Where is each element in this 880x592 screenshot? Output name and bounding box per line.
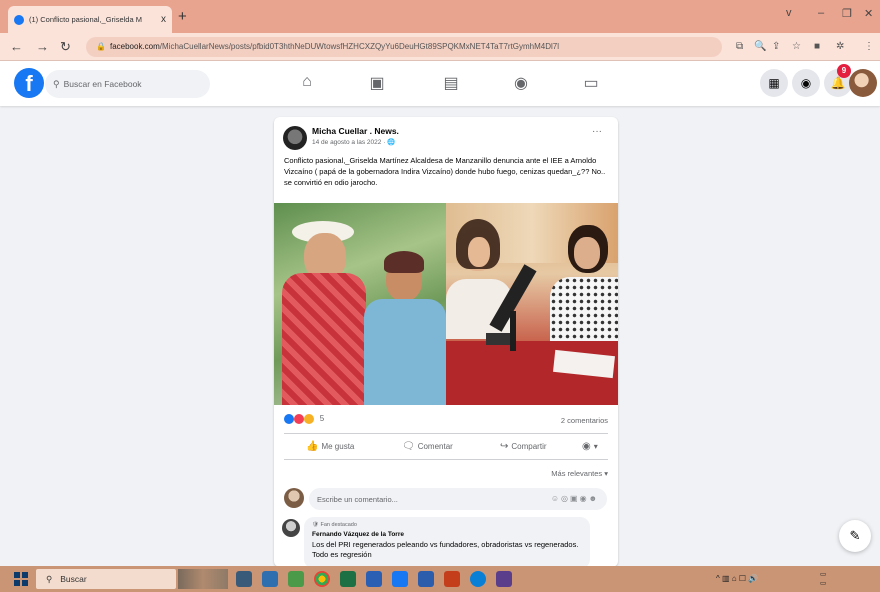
facebook-search-input[interactable]: ⚲ Buscar en Facebook: [45, 70, 210, 98]
app-icon[interactable]: [496, 571, 512, 587]
divider: [284, 433, 608, 434]
messenger-icon[interactable]: ◉: [792, 69, 820, 97]
windows-taskbar: ⚲ Buscar ^ ▥ ⌂ ☐ 🔊 ▭ ▭: [0, 566, 880, 592]
like-reaction-icon: [284, 414, 294, 424]
watch-icon[interactable]: ▣: [362, 73, 392, 93]
photo-left: [274, 203, 446, 405]
tab-search-button[interactable]: v: [786, 7, 792, 19]
like-button[interactable]: 👍 Me gusta: [306, 441, 354, 452]
facebook-header: f ⚲ Buscar en Facebook ⌂ ▣ ▤ ◉ ▭ ▦ ◉ 🔔 9: [0, 61, 880, 106]
gaming-icon[interactable]: ▭: [576, 73, 606, 93]
new-tab-button[interactable]: +: [178, 8, 187, 25]
app-icon[interactable]: [288, 571, 304, 587]
acrobat-icon[interactable]: [444, 571, 460, 587]
reactions-summary[interactable]: 5: [284, 414, 324, 424]
author-avatar[interactable]: [283, 126, 307, 150]
tab-title: (1) Conflicto pasional,_Griselda M: [29, 15, 142, 24]
maximize-button[interactable]: ❐: [842, 7, 852, 20]
notifications-badge: 9: [837, 64, 851, 78]
address-bar-row: ← → ↻ 🔒 facebook.com/MichaCuellarNews/pos…: [0, 33, 880, 61]
profile-mini-icon: ◉: [582, 441, 591, 452]
search-icon: ⚲: [53, 79, 60, 89]
reaction-audience-selector[interactable]: ◉ ▾: [582, 441, 598, 452]
post-author[interactable]: Micha Cuellar . News.: [312, 126, 399, 136]
tab-close-button[interactable]: x: [161, 14, 166, 25]
comment-bubble: 🛡 Fan destacado Fernando Vázquez de la T…: [304, 517, 590, 567]
commenter-name[interactable]: Fernando Vázquez de la Torre: [312, 531, 582, 538]
comment-tools-icons[interactable]: ☺◎▣◉☻: [551, 494, 599, 503]
system-tray-icons[interactable]: ^ ▥ ⌂ ☐ 🔊: [716, 574, 758, 583]
post-card: Micha Cuellar . News. 14 de agosto a las…: [274, 117, 618, 567]
public-globe-icon: 🌐: [387, 139, 396, 146]
taskbar-clock[interactable]: ▭ ▭: [820, 570, 826, 588]
reaction-count: 5: [319, 414, 325, 424]
home-icon[interactable]: ⌂: [292, 73, 322, 91]
post-options-button[interactable]: ···: [592, 126, 602, 137]
lock-icon: 🔒: [96, 42, 106, 51]
back-arrow-icon[interactable]: ←: [10, 39, 23, 54]
top-fan-badge: 🛡 Fan destacado: [312, 522, 357, 528]
profile-avatar[interactable]: [849, 69, 877, 97]
haha-reaction-icon: [304, 414, 315, 424]
task-view-icon[interactable]: [236, 571, 252, 587]
menu-grid-icon[interactable]: ▦: [760, 69, 788, 97]
divider: [284, 459, 608, 460]
bookmark-star-icon[interactable]: ☆: [792, 41, 801, 52]
edge-icon[interactable]: [470, 571, 486, 587]
new-message-edit-icon[interactable]: ✎: [839, 520, 871, 552]
groups-icon[interactable]: ◉: [506, 73, 536, 93]
forward-arrow-icon[interactable]: →: [36, 39, 49, 54]
extensions-puzzle-icon[interactable]: ✲: [836, 41, 844, 52]
browser-tab[interactable]: (1) Conflicto pasional,_Griselda M x: [8, 6, 172, 33]
comment-text: Los del PRI regenerados peleando vs fund…: [312, 540, 579, 559]
current-user-avatar[interactable]: [284, 488, 304, 508]
photo-right: [446, 203, 618, 405]
windows-start-icon[interactable]: [14, 572, 28, 586]
commenter-avatar[interactable]: [282, 519, 300, 537]
marketplace-icon[interactable]: ▤: [436, 73, 466, 93]
search-highlight-image[interactable]: [178, 569, 228, 589]
post-text: Conflicto pasional,_Griselda Martínez Al…: [284, 156, 606, 187]
post-date[interactable]: 14 de agosto a las 2022 · 🌐: [312, 138, 395, 146]
share-icon[interactable]: ⇪: [772, 41, 780, 52]
facebook-logo[interactable]: f: [14, 68, 44, 98]
excel-icon[interactable]: [340, 571, 356, 587]
comments-count-link[interactable]: 2 comentarios: [561, 416, 608, 425]
zoom-icon[interactable]: 🔍: [754, 41, 766, 52]
comment-button[interactable]: 🗨 Comentar: [402, 441, 453, 452]
share-arrow-icon: ↪: [500, 441, 509, 452]
browser-menu-icon[interactable]: ⋮: [864, 41, 874, 52]
browser-tab-strip: (1) Conflicto pasional,_Griselda M x + v…: [0, 0, 880, 33]
word-icon[interactable]: [366, 571, 382, 587]
post-photo-collage[interactable]: [274, 203, 618, 405]
comment-input[interactable]: Escribe un comentario... ☺◎▣◉☻: [309, 488, 607, 510]
comment-sort-dropdown[interactable]: Más relevantes ▾: [551, 469, 608, 478]
outlook-icon[interactable]: [418, 571, 434, 587]
love-reaction-icon: [294, 414, 305, 424]
chrome-icon[interactable]: [314, 571, 330, 587]
install-app-icon[interactable]: ⧉: [736, 41, 743, 52]
comment-bubble-icon: 🗨: [402, 441, 415, 452]
search-icon: ⚲: [46, 574, 53, 584]
facebook-favicon-icon: [14, 14, 24, 25]
close-window-button[interactable]: ✕: [864, 7, 873, 20]
share-button[interactable]: ↪ Compartir: [500, 441, 547, 452]
taskbar-search-input[interactable]: ⚲ Buscar: [36, 569, 176, 589]
minimize-button[interactable]: –: [818, 7, 824, 19]
app-icon[interactable]: [392, 571, 408, 587]
extension-icon[interactable]: ■: [814, 41, 820, 52]
url-input[interactable]: 🔒 facebook.com/MichaCuellarNews/posts/pfb…: [86, 37, 722, 57]
file-explorer-icon[interactable]: [262, 571, 278, 587]
reload-icon[interactable]: ↻: [60, 39, 71, 55]
thumbs-up-icon: 👍: [306, 441, 319, 452]
